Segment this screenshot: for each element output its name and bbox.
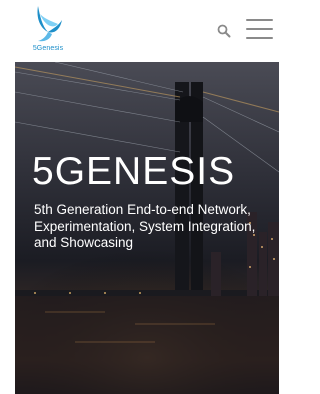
logo-text: 5Genesis xyxy=(32,45,64,52)
hero-title: 5GENESIS xyxy=(32,150,236,193)
logo-bird-icon xyxy=(37,6,62,42)
hamburger-menu-icon[interactable] xyxy=(246,19,273,41)
search-icon[interactable] xyxy=(217,24,231,38)
hero-banner: 5GENESIS 5th Generation End-to-end Netwo… xyxy=(15,62,279,394)
site-logo[interactable]: 5Genesis xyxy=(30,4,66,60)
site-header: 5Genesis xyxy=(0,0,294,62)
hero-subtitle: 5th Generation End-to-end Network, Exper… xyxy=(34,202,256,250)
